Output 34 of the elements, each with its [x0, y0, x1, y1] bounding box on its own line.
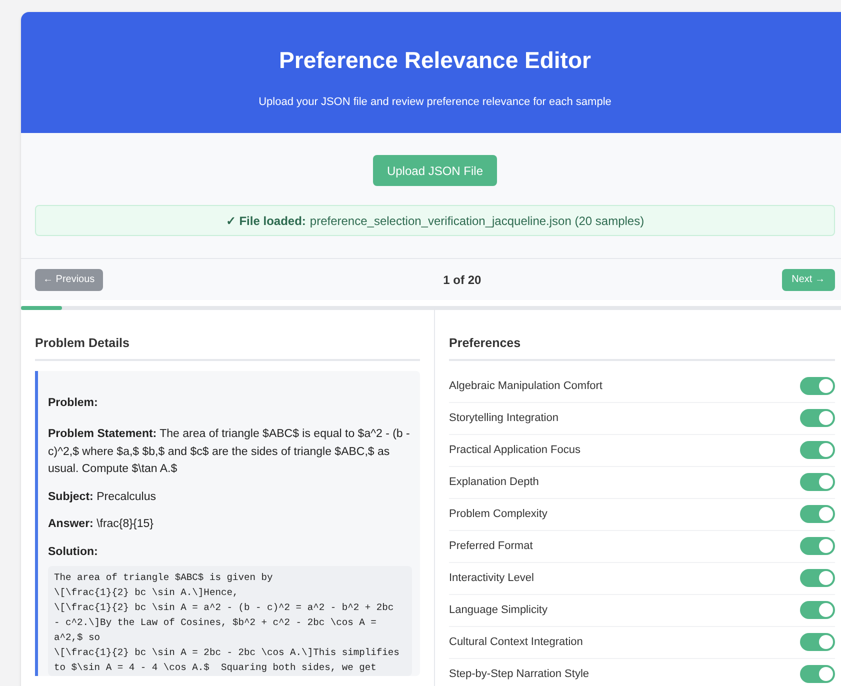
- section-heading: Preferences: [449, 334, 835, 361]
- toggle-switch[interactable]: [800, 441, 835, 460]
- toggle-switch[interactable]: [800, 537, 835, 556]
- app-title: Preference Relevance Editor: [279, 46, 591, 74]
- preference-label: Interactivity Level: [449, 571, 534, 586]
- toggle-switch[interactable]: [800, 601, 835, 620]
- preference-label: Explanation Depth: [449, 475, 539, 490]
- preference-label: Step-by-Step Narration Style: [449, 667, 590, 682]
- preference-label: Preferred Format: [449, 539, 533, 554]
- solution-code: The area of triangle $ABC$ is given by \[\frac{1}{2} bc \sin A.\]Hence, \[\frac{1}{2} bc \sin A = a^2 - (b - c)^2 = a^2 - b^2 + 2bc - c^2.\]By the Law of Cosines, $b^2 + c^2 - 2bc \cos A = a^2,$ so \[\frac{1}{2} bc \sin A = 2bc - 2bc \cos A.\]This simplifies to $\sin A = 4 - 4 \cos A.$ Squaring both sides, we get: [48, 566, 412, 676]
- preference-label: Storytelling Integration: [449, 411, 558, 426]
- preference-label: Cultural Context Integration: [449, 635, 583, 650]
- toggle-switch[interactable]: [800, 505, 835, 524]
- field-heading: Problem:: [48, 396, 99, 411]
- app-subtitle: Upload your JSON file and review preference relevance for each sample: [258, 95, 612, 110]
- field-text: Problem Statement: The area of triangle $ABC$ is equal to $a^2 - (b - c)^2,$ where $a,$ $b,$ and $c$ are the sides of triangle $ABC,$ as usual. Compute $\tan A.$: [48, 427, 411, 477]
- toggle-switch[interactable]: [800, 569, 835, 588]
- field-text: Answer: \frac{8}{15}: [48, 517, 154, 532]
- next-button[interactable]: Next →: [782, 268, 835, 290]
- preference-label: Problem Complexity: [449, 507, 548, 522]
- preference-label: Language Simplicity: [449, 603, 548, 618]
- status-message: ✓ File loaded: preference_selection_verification_jacqueline.json (20 samples): [35, 205, 835, 236]
- toggle-switch[interactable]: [800, 409, 835, 428]
- field-label: Solution:: [48, 544, 99, 560]
- toggle-switch[interactable]: [800, 377, 835, 396]
- toggle-switch[interactable]: [800, 665, 835, 684]
- toggle-switch[interactable]: [800, 633, 835, 652]
- upload-button[interactable]: Upload JSON File: [372, 155, 498, 186]
- section-heading: Problem Details: [35, 334, 420, 361]
- toggle-switch[interactable]: [800, 473, 835, 492]
- field-text: Subject: Precalculus: [48, 490, 158, 504]
- preference-label: Algebraic Manipulation Comfort: [449, 379, 602, 394]
- page-counter: 1 of 20: [443, 272, 482, 288]
- preference-label: Practical Application Focus: [449, 443, 580, 458]
